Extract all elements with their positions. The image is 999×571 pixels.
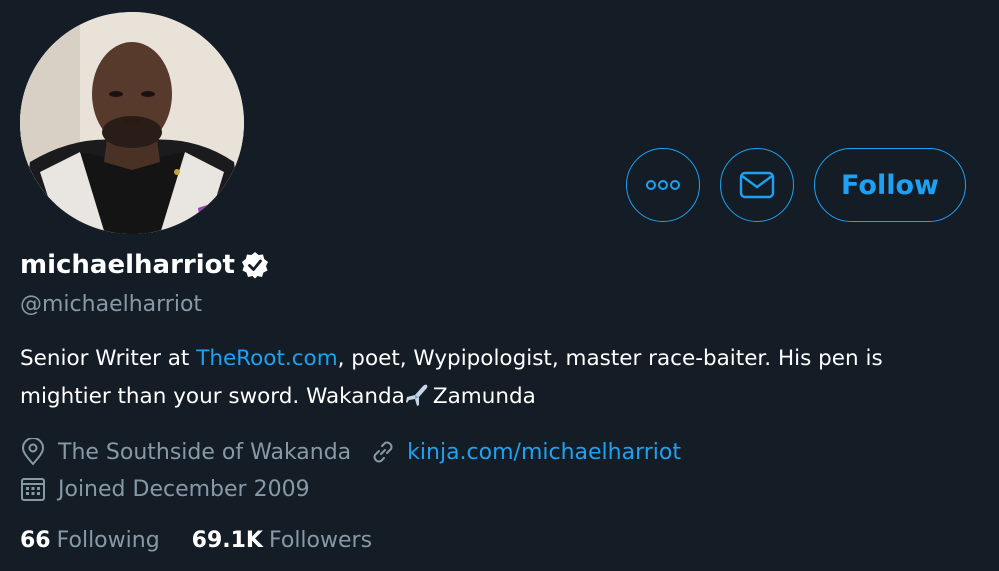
followers-count: 69.1K [191,528,263,553]
avatar[interactable] [20,12,244,234]
more-button[interactable] [626,148,700,222]
bio-prefix: Senior Writer at [20,346,197,371]
more-icon [646,180,680,190]
airplane-emoji-icon [405,384,428,406]
profile-website-link[interactable]: kinja.com/michaelharriot [407,440,681,465]
mail-icon [739,171,775,199]
followers-stat[interactable]: 69.1K Followers [192,528,372,553]
message-button[interactable] [720,148,794,222]
bio-suffix: Zamunda [432,384,536,409]
following-stat[interactable]: 66 Following [20,528,160,553]
calendar-icon [20,476,46,502]
name-row: michaelharriot [20,250,269,280]
following-label: Following [56,528,160,553]
profile-actions: Follow [626,148,966,222]
verified-badge-icon [241,252,268,279]
bio-link[interactable]: TheRoot.com [196,346,337,371]
location-pin-icon [20,438,46,466]
meta-row-location: The Southside of Wakanda kinja.com/micha… [20,438,681,466]
followers-label: Followers [268,528,373,553]
meta-row-joined: Joined December 2009 [20,476,310,502]
follow-button[interactable]: Follow [814,148,966,222]
link-icon [369,438,397,466]
display-name: michaelharriot [20,250,235,280]
profile-joined-date: Joined December 2009 [58,476,310,502]
profile-stats: 66 Following 69.1K Followers [20,528,372,553]
following-count: 66 [20,528,51,553]
profile-header: Follow michaelharriot @michaelharriot Se… [0,0,999,571]
profile-handle: @michaelharriot [20,292,203,317]
profile-bio: Senior Writer at TheRoot.com, poet, Wypi… [20,340,980,416]
profile-location: The Southside of Wakanda [58,439,352,465]
avatar-photo [20,12,244,234]
